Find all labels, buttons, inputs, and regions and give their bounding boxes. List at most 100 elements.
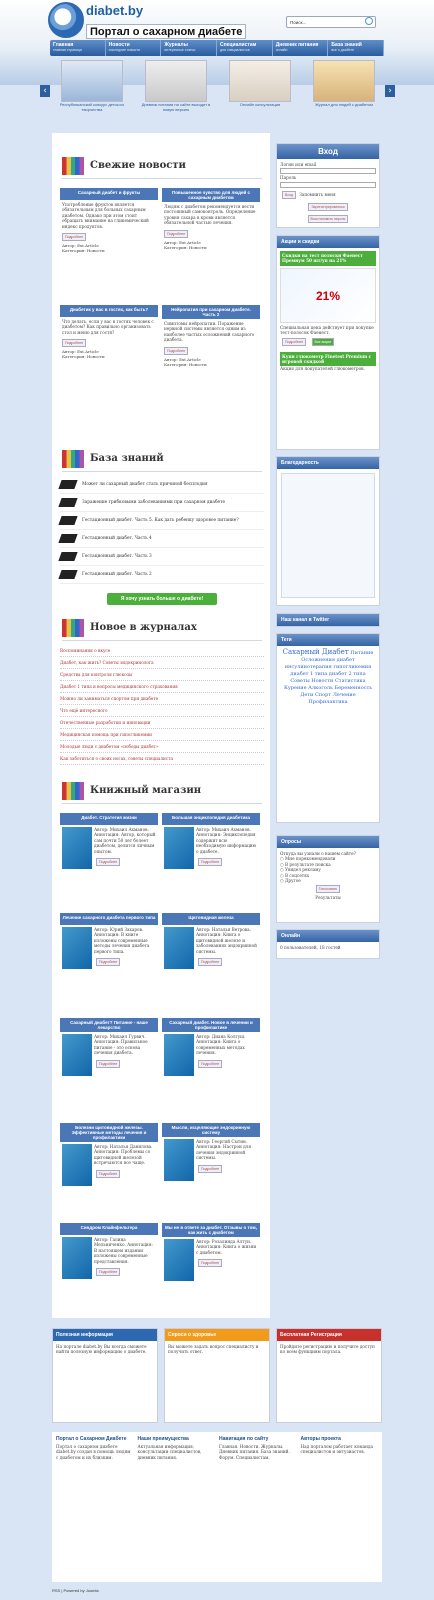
news-category[interactable]: Категория: Новости	[162, 245, 260, 250]
more-button[interactable]: Подробнее	[62, 233, 87, 242]
book-cover[interactable]	[164, 927, 194, 969]
info-block-title[interactable]: Спроси о здоровье	[165, 1329, 269, 1341]
more-button[interactable]: Подробнее	[198, 1259, 223, 1268]
slider-next-icon[interactable]: ›	[385, 85, 395, 97]
login-button[interactable]: Вход	[282, 190, 296, 199]
more-button[interactable]: Подробнее	[198, 1059, 223, 1068]
news-card-title[interactable]: Повышенное чувство для людей с сахарным …	[162, 188, 260, 202]
news-card-title[interactable]: Нейропатия при сахарном диабете. Часть 2	[162, 305, 260, 319]
vote-button[interactable]: Голосовать	[315, 885, 341, 894]
book-title[interactable]: Болезни щитовидной железы. Эффективные м…	[60, 1123, 158, 1142]
book-cover[interactable]	[164, 827, 194, 869]
tag-link[interactable]: Беременность	[334, 685, 372, 691]
journal-link[interactable]: Средства для контроля глюкозы	[60, 669, 264, 681]
more-button[interactable]: Подробнее	[164, 346, 189, 355]
info-block-title[interactable]: Полезная информация	[53, 1329, 157, 1341]
info-block-title[interactable]: Бесплатная Регистрация	[277, 1329, 381, 1341]
more-button[interactable]: Подробнее	[96, 958, 121, 967]
footer-nav[interactable]: Навигация по сайту Главная. Новости. Журн…	[219, 1436, 297, 1578]
book-cover[interactable]	[164, 1239, 194, 1281]
tag-link[interactable]: Лечение	[333, 692, 356, 698]
tag-link[interactable]: Курение	[284, 685, 307, 691]
journal-link[interactable]: Как заботиться о своих ногах, советы спе…	[60, 753, 264, 765]
all-promos-button[interactable]: Все акции	[311, 337, 334, 346]
list-item[interactable]: Может ли сахарный диабет стать причиной …	[58, 476, 264, 494]
tag-link[interactable]: Дети	[300, 692, 313, 698]
list-item[interactable]: Гестационный диабет. Часть 4	[58, 530, 264, 548]
tag-link[interactable]: гипогликемия	[333, 664, 371, 670]
copyright[interactable]: RSS | Powered by Joomla	[52, 1588, 99, 1593]
book-title[interactable]: Синдром Клайнфельтера	[60, 1223, 158, 1235]
tag-link[interactable]: диабет 1 типа	[290, 671, 327, 677]
news-category[interactable]: Категория: Новости	[60, 354, 158, 359]
tag-link[interactable]: Осложнения	[301, 657, 335, 663]
book-title[interactable]: Большая энциклопедия диабетика	[162, 813, 260, 825]
username-field[interactable]	[280, 168, 376, 175]
remember-checkbox[interactable]: Запомнить меня	[299, 192, 335, 197]
certificate-image[interactable]	[281, 473, 375, 598]
nav-news[interactable]: Новости последние новости	[106, 40, 162, 56]
slide[interactable]: Журнал для людей с диабетом	[306, 60, 382, 122]
search-input[interactable]: Поиск...	[286, 16, 376, 28]
tag-link[interactable]: Советы	[290, 678, 309, 684]
book-title[interactable]: Мы не в ответе за диабет. Отзывы о том, …	[162, 1223, 260, 1237]
tag-link[interactable]: Профилактика	[308, 699, 347, 705]
tag-link[interactable]: диабет 2 типа	[329, 671, 366, 677]
more-button[interactable]: Подробнее	[62, 339, 87, 348]
book-cover[interactable]	[62, 927, 92, 969]
nav-kb[interactable]: База знаний все о диабете	[328, 40, 385, 56]
book-cover[interactable]	[62, 827, 92, 869]
slide[interactable]: Дневник питания на сайте выходит в новую…	[138, 60, 214, 122]
logo-icon[interactable]	[48, 2, 84, 38]
more-button[interactable]: Подробнее	[96, 858, 121, 867]
promo-banner[interactable]: 21%	[280, 267, 376, 323]
more-button[interactable]: Подробнее	[198, 1164, 223, 1173]
slide[interactable]: Онлайн консультации	[222, 60, 298, 122]
list-item[interactable]: Гестационный диабет. Часть 2	[58, 566, 264, 584]
book-cover[interactable]	[62, 1144, 92, 1186]
more-button[interactable]: Подробнее	[96, 1059, 121, 1068]
more-button[interactable]: Подробнее	[198, 858, 223, 867]
nav-diary[interactable]: Дневник питания онлайн	[273, 40, 329, 56]
more-button[interactable]: Подробнее	[198, 958, 223, 967]
book-title[interactable]: Диабет. Стратегия жизни	[60, 813, 158, 825]
list-item[interactable]: Заражение грибковыми заболеваниями при с…	[58, 494, 264, 512]
tag-link[interactable]: Питание	[350, 650, 373, 656]
list-item[interactable]: Гестационный диабет. Часть 3	[58, 548, 264, 566]
more-button[interactable]: Подробнее	[96, 1169, 121, 1178]
promo-ad2-title[interactable]: Купи глюкометр Finetest Premium с игрово…	[280, 351, 376, 367]
book-title[interactable]: Сахарный диабет. Новое в лечении и профи…	[162, 1018, 260, 1032]
tag-link[interactable]: Спорт	[315, 692, 331, 698]
journal-link[interactable]: Молодые люди с диабетом «победы диабет»	[60, 741, 264, 753]
journal-link[interactable]: Что ещё интересного	[60, 705, 264, 717]
book-cover[interactable]	[62, 1237, 92, 1279]
forgot-button[interactable]: Восстановить пароль	[307, 214, 349, 223]
book-cover[interactable]	[164, 1139, 194, 1181]
journal-link[interactable]: Диабет 1 типа и вопросы медицинского стр…	[60, 681, 264, 693]
news-category[interactable]: Категория: Новости	[162, 362, 260, 367]
book-title[interactable]: Сахарный диабет? Питание - наше лекарств…	[60, 1018, 158, 1032]
news-card-title[interactable]: Диабетик у вас в гостях, как быть?	[60, 305, 158, 317]
more-button[interactable]: Подробнее	[164, 229, 189, 238]
register-button[interactable]: Зарегистрироваться	[308, 202, 348, 211]
news-category[interactable]: Категория: Новости	[60, 248, 158, 253]
journal-link[interactable]: Медицинская помощь при гипогликемии	[60, 729, 264, 741]
more-button[interactable]: Подробнее	[96, 1268, 121, 1277]
promo-ad-title[interactable]: Скидки на тест полоски Фаенест Премиум 5…	[280, 251, 376, 266]
nav-specialists[interactable]: Специалистам для специалистов	[217, 40, 273, 56]
book-cover[interactable]	[164, 1034, 194, 1076]
journal-link[interactable]: Диабет, как жить? Советы эндокринолога	[60, 657, 264, 669]
more-button[interactable]: Подробнее	[282, 337, 307, 346]
twitter-title[interactable]: Наш канал в Twitter	[277, 614, 379, 626]
tag-link[interactable]: Сахарный Диабет	[283, 648, 349, 656]
journal-link[interactable]: Можно ли заниматься спортом при диабете	[60, 693, 264, 705]
learn-more-button[interactable]: Я хочу узнать больше о диабете!	[107, 593, 217, 605]
nav-journals[interactable]: Журналы интересные статьи	[161, 40, 218, 56]
password-field[interactable]	[280, 181, 376, 188]
tag-link[interactable]: Новости	[311, 678, 333, 684]
nav-home[interactable]: Главная главная страница	[50, 40, 106, 56]
book-title[interactable]: Лечение сахарного диабета первого типа	[60, 913, 158, 925]
book-title[interactable]: Мысли, исцеляющие эндокринную систему	[162, 1123, 260, 1137]
results-link[interactable]: Результаты	[280, 895, 376, 900]
news-card-title[interactable]: Сахарный диабет и фрукты	[60, 188, 158, 200]
